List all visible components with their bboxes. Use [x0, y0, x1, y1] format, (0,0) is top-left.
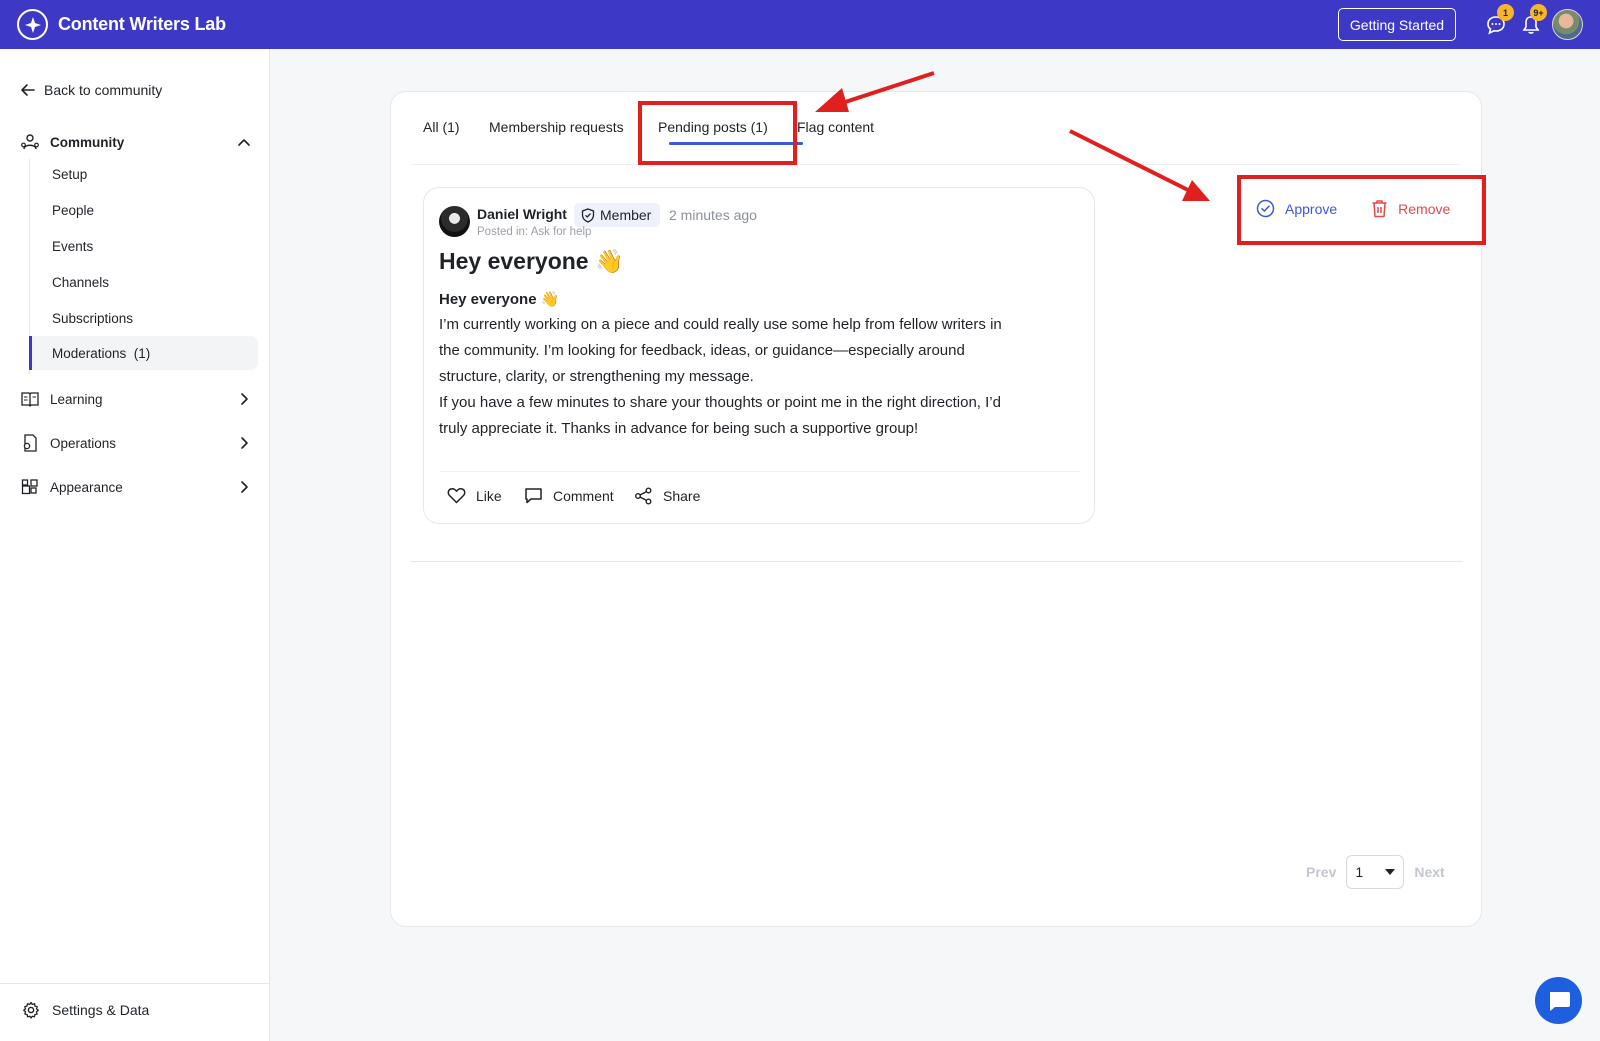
- tab-flag-content[interactable]: Flag content: [797, 119, 874, 135]
- highlight-box: [638, 101, 797, 165]
- post-body-line: truly appreciate it. Thanks in advance f…: [439, 420, 919, 437]
- post-body-line: If you have a few minutes to share your …: [439, 394, 1001, 411]
- member-label: Member: [600, 207, 652, 223]
- sidebar-item-events[interactable]: Events: [29, 229, 258, 263]
- list-divider: [411, 561, 1463, 562]
- sidebar: Back to community Community Setup People…: [0, 49, 270, 1041]
- author-avatar[interactable]: [439, 206, 470, 237]
- book-icon: [21, 392, 39, 407]
- prev-page-button[interactable]: Prev: [1306, 864, 1336, 880]
- author-name[interactable]: Daniel Wright: [477, 206, 567, 222]
- sidebar-divider: [0, 983, 269, 984]
- app-title: Content Writers Lab: [58, 14, 226, 34]
- sidebar-item-people[interactable]: People: [29, 193, 258, 227]
- back-label: Back to community: [44, 82, 163, 98]
- heart-icon: [447, 488, 466, 504]
- settings-and-data-link[interactable]: Settings & Data: [22, 1001, 149, 1019]
- top-bar: Content Writers Lab Getting Started 1 9+: [0, 0, 1600, 49]
- settings-label: Settings & Data: [52, 1002, 150, 1018]
- sidebar-item-channels[interactable]: Channels: [29, 265, 258, 299]
- sidebar-section-community[interactable]: Community: [20, 130, 252, 154]
- brand[interactable]: Content Writers Lab: [17, 9, 226, 40]
- post-body: I’m currently working on a piece and cou…: [439, 312, 1079, 442]
- highlight-box: [1237, 175, 1486, 245]
- community-label: Community: [50, 134, 125, 150]
- page-select[interactable]: 1: [1346, 855, 1405, 889]
- support-chat-button[interactable]: [1535, 977, 1582, 1024]
- caret-down-icon: [1385, 869, 1396, 875]
- post-divider: [439, 471, 1081, 472]
- user-avatar[interactable]: [1552, 9, 1583, 40]
- like-label: Like: [476, 487, 502, 504]
- post-title: Hey everyone 👋: [439, 248, 624, 274]
- brand-logo-icon: [17, 9, 48, 40]
- next-page-button[interactable]: Next: [1414, 864, 1444, 880]
- chevron-right-icon: [241, 393, 248, 405]
- chevron-right-icon: [241, 481, 248, 493]
- shield-check-icon: [581, 207, 595, 223]
- moderation-tabs: All (1) Membership requests Pending post…: [411, 92, 1461, 165]
- sidebar-section-operations[interactable]: Operations: [20, 431, 252, 455]
- post-body-line: the community. I’m looking for feedback,…: [439, 342, 965, 359]
- comment-button[interactable]: Comment: [524, 487, 614, 504]
- sidebar-item-setup[interactable]: Setup: [29, 157, 258, 191]
- like-button[interactable]: Like: [447, 487, 502, 504]
- arrow-left-icon: [21, 84, 35, 96]
- sidebar-item-moderations[interactable]: Moderations (1): [29, 336, 258, 370]
- gear-icon: [23, 1001, 39, 1019]
- post-timestamp: 2 minutes ago: [669, 207, 757, 223]
- page-number: 1: [1355, 864, 1364, 880]
- chevron-up-icon: [238, 139, 250, 146]
- sidebar-item-subscriptions[interactable]: Subscriptions: [29, 301, 258, 335]
- chevron-right-icon: [241, 437, 248, 449]
- post-body-heading: Hey everyone 👋: [439, 291, 560, 308]
- share-label: Share: [663, 488, 701, 504]
- tab-all[interactable]: All (1): [423, 119, 460, 135]
- post-body-line: I’m currently working on a piece and cou…: [439, 316, 1002, 333]
- comment-label: Comment: [553, 487, 614, 504]
- appearance-icon: [21, 479, 38, 495]
- back-to-community-link[interactable]: Back to community: [20, 82, 162, 98]
- appearance-label: Appearance: [50, 479, 123, 495]
- sidebar-section-learning[interactable]: Learning: [20, 387, 252, 411]
- posted-in-channel: Posted in: Ask for help: [477, 226, 592, 238]
- getting-started-button[interactable]: Getting Started: [1338, 8, 1456, 41]
- operations-label: Operations: [50, 435, 117, 451]
- chat-icon: [1549, 991, 1570, 1011]
- operations-icon: [23, 434, 37, 452]
- sidebar-section-appearance[interactable]: Appearance: [20, 475, 252, 499]
- share-button[interactable]: Share: [634, 487, 700, 505]
- member-badge: Member: [574, 203, 661, 227]
- post-body-line: structure, clarity, or strengthening my …: [439, 368, 754, 385]
- notifications-badge: 9+: [1530, 4, 1547, 21]
- share-icon: [635, 487, 652, 505]
- pagination: Prev 1 Next: [1306, 855, 1445, 889]
- learning-label: Learning: [50, 391, 103, 407]
- comment-icon: [525, 488, 542, 504]
- pending-post-card[interactable]: Daniel Wright Member 2 minutes ago Poste…: [423, 187, 1095, 524]
- community-icon: [21, 134, 39, 150]
- messages-badge: 1: [1497, 4, 1514, 21]
- tab-membership-requests[interactable]: Membership requests: [489, 119, 624, 135]
